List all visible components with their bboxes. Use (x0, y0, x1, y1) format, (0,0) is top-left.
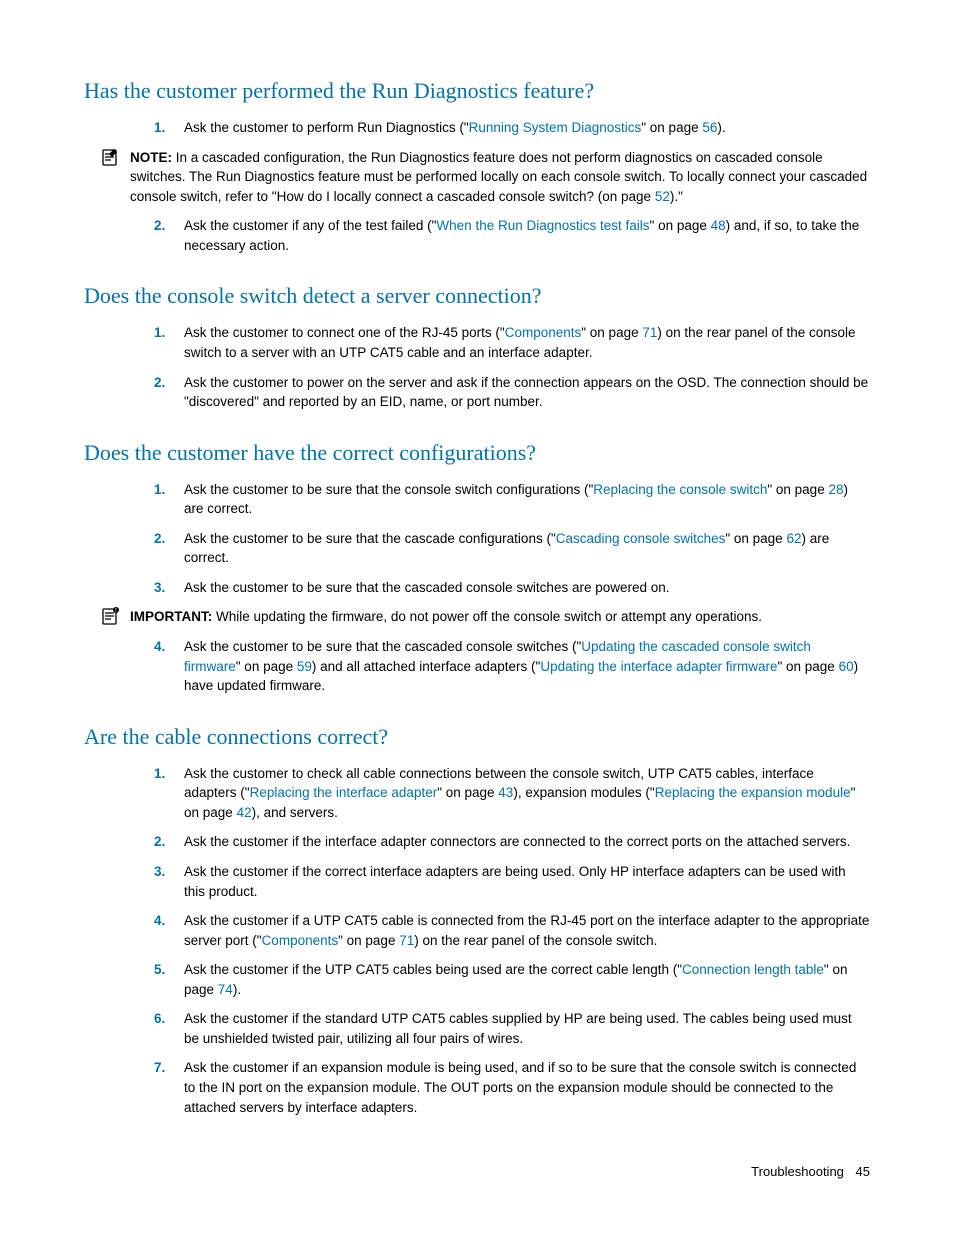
text: " on page (767, 482, 828, 497)
text: " on page (338, 933, 399, 948)
list-item: 3. Ask the customer if the correct inter… (184, 862, 870, 901)
link-running-diagnostics[interactable]: Running System Diagnostics (469, 120, 642, 135)
list-item: 2. Ask the customer if any of the test f… (184, 216, 870, 255)
text: Ask the customer to be sure that the cas… (184, 531, 556, 546)
footer-section: Troubleshooting (751, 1164, 844, 1179)
list-item: 1. Ask the customer to be sure that the … (184, 480, 870, 519)
link-connection-length[interactable]: Connection length table (682, 962, 824, 977)
text: In a cascaded configuration, the Run Dia… (130, 150, 867, 204)
heading: Does the console switch detect a server … (84, 283, 870, 309)
list-item: 6. Ask the customer if the standard UTP … (184, 1009, 870, 1048)
text: ), expansion modules (" (513, 785, 654, 800)
link-components[interactable]: Components (262, 933, 339, 948)
page-ref[interactable]: 52 (655, 189, 670, 204)
text: " on page (236, 659, 297, 674)
list-item: 2. Ask the customer if the interface ada… (184, 832, 870, 852)
link-replacing-module[interactable]: Replacing the expansion module (655, 785, 851, 800)
page-ref[interactable]: 43 (498, 785, 513, 800)
text: " on page (725, 531, 786, 546)
text: ) and all attached interface adapters (" (312, 659, 540, 674)
link-replacing-adapter[interactable]: Replacing the interface adapter (250, 785, 438, 800)
page-ref[interactable]: 48 (711, 218, 726, 233)
page-ref[interactable]: 71 (399, 933, 414, 948)
footer: Troubleshooting 45 (751, 1164, 870, 1179)
list-item: 3. Ask the customer to be sure that the … (184, 578, 870, 598)
heading: Are the cable connections correct? (84, 724, 870, 750)
text: " on page (777, 659, 838, 674)
text: Ask the customer if the correct interfac… (184, 864, 846, 899)
text: " on page (581, 325, 642, 340)
text: Ask the customer if the UTP CAT5 cables … (184, 962, 682, 977)
link-test-fails[interactable]: When the Run Diagnostics test fails (436, 218, 649, 233)
note-icon (100, 147, 120, 174)
list-item: 2. Ask the customer to be sure that the … (184, 529, 870, 568)
note-callout: NOTE: In a cascaded configuration, the R… (84, 148, 870, 207)
text: ) on the rear panel of the console switc… (414, 933, 657, 948)
text: Ask the customer to perform Run Diagnost… (184, 120, 469, 135)
text: " on page (641, 120, 702, 135)
link-components[interactable]: Components (505, 325, 582, 340)
list-item: 4. Ask the customer to be sure that the … (184, 637, 870, 696)
important-icon: ! (100, 606, 120, 633)
text: ), and servers. (252, 805, 338, 820)
list-item: 4. Ask the customer if a UTP CAT5 cable … (184, 911, 870, 950)
page-ref[interactable]: 28 (828, 482, 843, 497)
section-detect-connection: Does the console switch detect a server … (84, 283, 870, 411)
page-ref[interactable]: 59 (297, 659, 312, 674)
page-ref[interactable]: 74 (218, 982, 233, 997)
link-updating-adapter-fw[interactable]: Updating the interface adapter firmware (540, 659, 777, 674)
text: Ask the customer to connect one of the R… (184, 325, 505, 340)
section-run-diagnostics: Has the customer performed the Run Diagn… (84, 78, 870, 255)
text: " on page (650, 218, 711, 233)
text: Ask the customer if the interface adapte… (184, 834, 850, 849)
footer-page-number: 45 (856, 1164, 870, 1179)
text: Ask the customer to be sure that the cas… (184, 639, 581, 654)
text: Ask the customer to power on the server … (184, 375, 868, 410)
text: Ask the customer to be sure that the con… (184, 482, 593, 497)
list-item: 1. Ask the customer to perform Run Diagn… (184, 118, 870, 138)
list-item: 1. Ask the customer to connect one of th… (184, 323, 870, 362)
list-item: 1. Ask the customer to check all cable c… (184, 764, 870, 823)
text: )." (670, 189, 683, 204)
list-item: 5. Ask the customer if the UTP CAT5 cabl… (184, 960, 870, 999)
important-callout: ! IMPORTANT: While updating the firmware… (84, 607, 870, 627)
page-ref[interactable]: 62 (786, 531, 801, 546)
section-correct-configurations: Does the customer have the correct confi… (84, 440, 870, 696)
page-ref[interactable]: 42 (237, 805, 252, 820)
list-item: 2. Ask the customer to power on the serv… (184, 373, 870, 412)
text: While updating the firmware, do not powe… (216, 609, 762, 624)
page: Has the customer performed the Run Diagn… (0, 0, 954, 1235)
page-ref[interactable]: 71 (642, 325, 657, 340)
link-cascading[interactable]: Cascading console switches (556, 531, 726, 546)
text: Ask the customer to be sure that the cas… (184, 580, 670, 595)
heading: Has the customer performed the Run Diagn… (84, 78, 870, 104)
text: Ask the customer if the standard UTP CAT… (184, 1011, 852, 1046)
text: Ask the customer if any of the test fail… (184, 218, 436, 233)
link-replacing-switch[interactable]: Replacing the console switch (593, 482, 767, 497)
heading: Does the customer have the correct confi… (84, 440, 870, 466)
section-cable-connections: Are the cable connections correct? 1. As… (84, 724, 870, 1117)
text: ). (233, 982, 241, 997)
page-ref[interactable]: 56 (702, 120, 717, 135)
text: Ask the customer if an expansion module … (184, 1060, 856, 1114)
text: ). (717, 120, 725, 135)
important-label: IMPORTANT: (130, 609, 212, 624)
page-ref[interactable]: 60 (839, 659, 854, 674)
list-item: 7. Ask the customer if an expansion modu… (184, 1058, 870, 1117)
note-label: NOTE: (130, 150, 172, 165)
text: " on page (437, 785, 498, 800)
